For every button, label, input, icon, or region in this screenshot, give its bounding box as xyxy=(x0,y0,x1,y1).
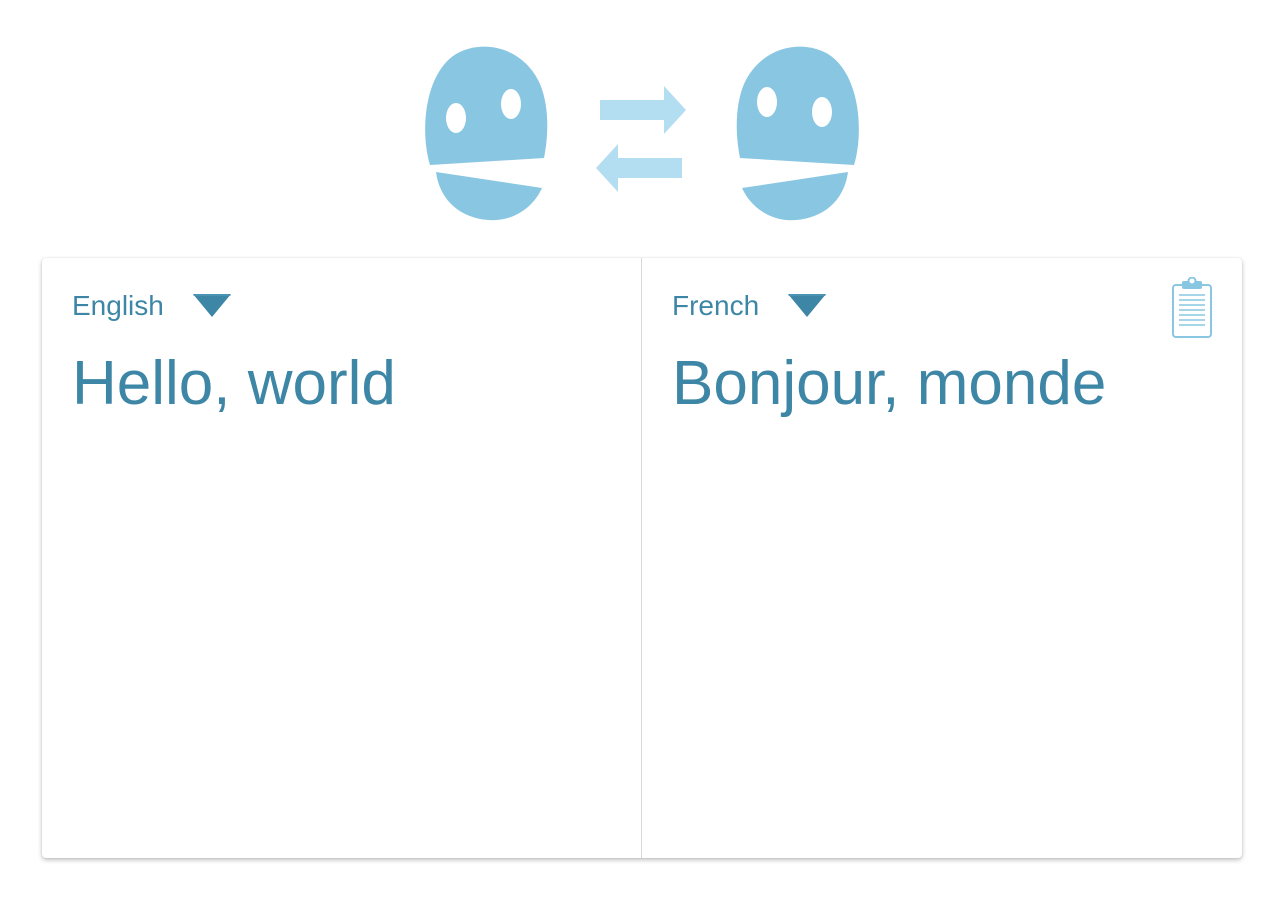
logo-icon xyxy=(425,46,859,221)
target-language-select[interactable]: French xyxy=(672,288,827,324)
translation-panel: English Hello, world French Bonjour, mon… xyxy=(42,258,1242,858)
triangle-down-icon[interactable] xyxy=(192,293,232,319)
target-pane: French Bonjour, monde xyxy=(642,258,1242,858)
source-pane: English Hello, world xyxy=(42,258,642,858)
swap-arrows xyxy=(596,86,686,192)
translated-text: Bonjour, monde xyxy=(672,349,1107,418)
source-language-select[interactable]: English xyxy=(72,288,232,324)
source-text-input[interactable]: Hello, world xyxy=(72,346,611,422)
left-head xyxy=(425,46,548,221)
clipboard-icon[interactable] xyxy=(1171,277,1213,339)
source-language-label: English xyxy=(72,290,164,321)
right-head xyxy=(736,46,859,221)
triangle-down-icon[interactable] xyxy=(787,293,827,319)
target-language-label: French xyxy=(672,290,760,321)
